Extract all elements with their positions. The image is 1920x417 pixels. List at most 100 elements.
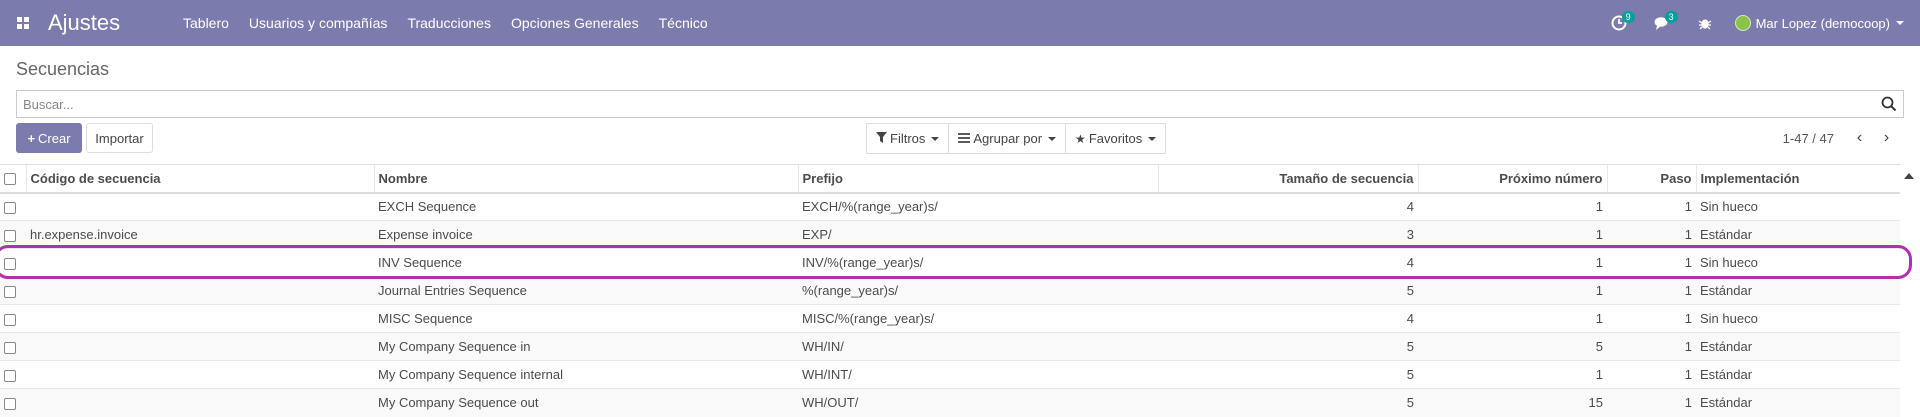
search-bar [16,90,1904,118]
search-input[interactable] [17,91,1903,117]
chevron-down-icon [1896,21,1904,25]
cell-step: 1 [1607,388,1696,417]
import-button[interactable]: Importar [86,123,153,153]
row-checkbox[interactable] [4,369,16,382]
menu-traducciones[interactable]: Traducciones [397,0,501,46]
row-checkbox[interactable] [4,397,16,410]
table-row[interactable]: MISC Sequence MISC/%(range_year)s/ 4 1 1… [0,304,1900,333]
menu-tecnico[interactable]: Técnico [649,0,718,46]
create-label: Crear [38,130,71,146]
scroll-up-arrow-icon[interactable] [1904,173,1914,179]
messages-count-badge: 3 [1664,11,1678,23]
breadcrumb[interactable]: Secuencias [16,59,109,80]
table-row[interactable]: My Company Sequence in WH/IN/ 5 5 1 Está… [0,332,1900,361]
cell-code [26,192,374,221]
cell-impl: Estándar [1696,276,1900,305]
select-all-checkbox[interactable] [4,173,16,186]
cell-prefix: WH/IN/ [798,332,1158,361]
row-checkbox[interactable] [4,341,16,354]
row-checkbox[interactable] [4,285,16,298]
cell-impl: Estándar [1696,332,1900,361]
row-checkbox[interactable] [4,229,16,242]
pager-next-icon[interactable]: › [1873,129,1900,147]
cell-impl: Sin hueco [1696,304,1900,333]
cell-code [26,248,374,277]
debug-bug-icon[interactable] [1684,0,1727,46]
cell-prefix: MISC/%(range_year)s/ [798,304,1158,333]
cell-name: EXCH Sequence [374,192,798,221]
table-row[interactable]: My Company Sequence internal WH/INT/ 5 1… [0,360,1900,389]
row-checkbox[interactable] [4,257,16,270]
pager-value[interactable]: 1-47 / 47 [1783,131,1834,146]
apps-menu-icon[interactable] [0,0,46,46]
cell-step: 1 [1607,248,1696,277]
sequence-table: Código de secuencia Nombre Prefijo Tamañ… [0,164,1900,417]
cell-prefix: EXCH/%(range_year)s/ [798,192,1158,221]
cell-size: 4 [1158,192,1418,221]
chevron-down-icon [1148,136,1157,141]
table-row[interactable]: hr.expense.invoice Expense invoice EXP/ … [0,220,1900,249]
favorites-label: Favoritos [1088,131,1143,146]
cell-code [26,276,374,305]
filters-button[interactable]: Filtros [866,123,950,154]
favorites-button[interactable]: ★ Favoritos [1066,123,1167,154]
cell-name: My Company Sequence internal [374,360,798,389]
menu-usuarios[interactable]: Usuarios y compañías [239,0,398,46]
cell-step: 1 [1607,332,1696,361]
cell-next: 5 [1418,332,1607,361]
column-proximo[interactable]: Próximo número [1417,164,1607,194]
cell-size: 5 [1158,360,1418,389]
cell-step: 1 [1607,220,1696,249]
table-header: Código de secuencia Nombre Prefijo Tamañ… [0,164,1900,194]
user-menu[interactable]: Mar Lopez (democoop) [1727,15,1920,31]
table-row[interactable]: EXCH Sequence EXCH/%(range_year)s/ 4 1 1… [0,192,1900,221]
cell-next: 1 [1418,276,1607,305]
top-navbar: Ajustes Tablero Usuarios y compañías Tra… [0,0,1920,46]
column-tamano[interactable]: Tamaño de secuencia [1157,164,1418,194]
cell-code [26,332,374,361]
cell-size: 3 [1158,220,1418,249]
table-row[interactable]: Journal Entries Sequence %(range_year)s/… [0,276,1900,305]
cell-prefix: WH/INT/ [798,360,1158,389]
cell-next: 1 [1418,248,1607,277]
avatar [1734,15,1751,31]
row-checkbox[interactable] [4,201,16,214]
messages-icon[interactable]: 3 [1641,0,1684,46]
cell-impl: Sin hueco [1696,248,1900,277]
cell-step: 1 [1607,360,1696,389]
cell-next: 1 [1418,192,1607,221]
cell-name: Journal Entries Sequence [374,276,798,305]
main-menu: Tablero Usuarios y compañías Traduccione… [173,0,718,46]
row-checkbox[interactable] [4,313,16,326]
cell-next: 1 [1418,304,1607,333]
plus-icon: + [27,130,36,146]
menu-tablero[interactable]: Tablero [173,0,239,46]
systray: 9 3 Mar Lopez (democoop) [1598,0,1920,46]
cell-next: 1 [1418,360,1607,389]
list-icon [958,132,971,146]
create-button[interactable]: + Crear [16,123,82,153]
star-icon: ★ [1075,131,1086,146]
cell-prefix: INV/%(range_year)s/ [798,248,1158,277]
pager: 1-47 / 47 ‹ › [1783,123,1900,153]
column-codigo[interactable]: Código de secuencia [25,164,374,194]
column-prefijo[interactable]: Prefijo [797,164,1158,194]
menu-opciones-generales[interactable]: Opciones Generales [501,0,649,46]
cell-size: 4 [1158,304,1418,333]
groupby-label: Agrupar por [973,131,1043,146]
search-icon[interactable] [1881,96,1897,112]
cell-impl: Estándar [1696,388,1900,417]
table-row[interactable]: INV Sequence INV/%(range_year)s/ 4 1 1 S… [0,248,1900,277]
column-nombre[interactable]: Nombre [373,164,798,194]
column-implementacion[interactable]: Implementación [1695,164,1900,194]
table-row[interactable]: My Company Sequence out WH/OUT/ 5 15 1 E… [0,388,1900,417]
cell-size: 5 [1158,388,1418,417]
cell-name: My Company Sequence out [374,388,798,417]
pager-previous-icon[interactable]: ‹ [1846,129,1873,147]
cell-next: 1 [1418,220,1607,249]
app-title: Ajustes [48,10,121,35]
column-paso[interactable]: Paso [1606,164,1696,194]
groupby-button[interactable]: Agrupar por [949,123,1067,154]
cell-impl: Sin hueco [1696,192,1900,221]
activity-clock-icon[interactable]: 9 [1598,0,1641,46]
